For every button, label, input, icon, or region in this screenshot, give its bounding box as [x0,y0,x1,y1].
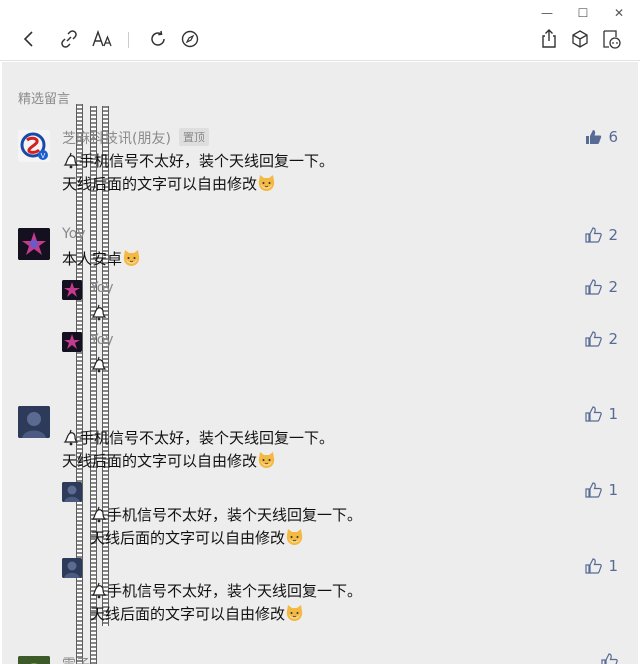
like-count: 1 [608,405,618,423]
comment-line: 天线后面的文字可以自由修改 [62,175,258,193]
comment-line: 本人安卓 [62,250,123,268]
comment-line: 天线后面的文字可以自由修改 [62,452,258,470]
like-button[interactable]: 2 [585,278,618,296]
cube-icon[interactable] [567,24,593,54]
comment-nickname: 芝麻科技讯(朋友) 置顶 [62,128,209,148]
reply-line: 手机信号不太好，装个天线回复一下。 [107,506,363,524]
cat-emoji-icon [257,174,276,193]
avatar[interactable] [18,406,50,438]
thumb-up-icon [601,653,618,664]
thumb-up-icon [585,331,603,347]
window-controls: — ☐ ✕ [540,6,626,20]
reply-nickname: Yoy [90,332,114,348]
bell-icon [90,356,107,373]
section-title: 精选留言 [18,92,71,107]
thumb-up-icon [586,130,602,144]
toolbar-divider [128,32,129,48]
reply-line: 天线后面的文字可以自由修改 [90,529,286,547]
maximize-button[interactable]: ☐ [576,6,590,20]
comment-line: 手机信号不太好，装个天线回复一下。 [79,429,335,447]
like-button[interactable]: 2 [585,226,618,244]
reply-text [90,302,107,325]
pinned-badge: 置顶 [178,128,209,146]
reply-avatar[interactable] [62,332,82,352]
bell-icon [62,429,79,446]
reply-text-2: 天线后面的文字可以自由修改 [90,603,304,626]
comment-line: 手机信号不太好，装个天线回复一下。 [79,152,335,170]
refresh-icon[interactable] [145,24,171,54]
like-button[interactable]: 2 [585,330,618,348]
like-count: 2 [608,226,618,244]
mini-program-icon[interactable] [598,24,624,54]
like-count: 1 [608,481,618,499]
reply-nickname: Yoy [90,280,114,296]
comments-area: 精选留言 V 芝麻科技讯(朋友) 置顶 手机信号不太好，装个天线回复一下。 天线… [2,62,638,664]
reply-avatar[interactable] [62,558,82,578]
reply-text: 手机信号不太好，装个天线回复一下。 [90,580,362,603]
reply-text: 手机信号不太好，装个天线回复一下。 [90,504,362,527]
bell-icon [90,582,107,599]
cat-emoji-icon [257,451,276,470]
comment-text: 手机信号不太好，装个天线回复一下。 [62,427,334,450]
cat-emoji-icon [285,604,304,623]
reply-avatar[interactable] [62,280,82,300]
bell-icon [62,152,79,169]
back-icon[interactable] [16,24,42,54]
comment-nickname: 雷子 [62,654,90,664]
like-button[interactable]: 1 [585,557,618,575]
share-icon[interactable] [536,24,562,54]
link-icon[interactable] [56,24,82,54]
reply-line: 天线后面的文字可以自由修改 [90,605,286,623]
article-window: — ☐ ✕ 精选留言 V 芝麻科技讯(朋友) 置顶 手机信号不太好，装个天线回复… [0,0,640,664]
bell-icon [90,304,107,321]
like-button[interactable]: 1 [585,481,618,499]
close-button[interactable]: ✕ [612,6,626,20]
cat-emoji-icon [285,528,304,547]
toolbar-divider-line [0,60,640,61]
like-count: 1 [608,557,618,575]
avatar[interactable] [18,228,50,260]
comment-text-2: 天线后面的文字可以自由修改 [62,450,276,473]
like-button[interactable] [601,653,618,664]
thumb-up-icon [585,227,603,243]
comment-text: 手机信号不太好，装个天线回复一下。 [62,150,334,173]
like-count: 2 [608,330,618,348]
like-count: 6 [608,128,618,146]
reply-text [90,354,107,377]
avatar[interactable] [18,656,50,664]
nickname-text: 芝麻科技讯(朋友) [62,131,171,147]
like-button[interactable]: 6 [585,128,618,146]
comment-nickname: Yoy [62,226,86,242]
minimize-button[interactable]: — [540,6,554,20]
cat-emoji-icon [122,249,141,268]
comment-text-2: 天线后面的文字可以自由修改 [62,173,276,196]
like-button[interactable]: 1 [585,405,618,423]
thumb-up-icon [585,482,603,498]
avatar[interactable]: V [18,130,50,162]
reply-text-2: 天线后面的文字可以自由修改 [90,527,304,550]
toolbar [0,24,640,58]
reply-line: 手机信号不太好，装个天线回复一下。 [107,582,363,600]
thumb-up-icon [585,279,603,295]
bell-icon [90,506,107,523]
thumb-up-icon [585,558,603,574]
reply-avatar[interactable] [62,482,82,502]
like-count: 2 [608,278,618,296]
compass-icon[interactable] [177,24,203,54]
thumb-up-icon [585,406,603,422]
font-size-icon[interactable] [88,24,118,54]
svg-text:V: V [41,153,46,160]
comment-text: 本人安卓 [62,248,141,271]
